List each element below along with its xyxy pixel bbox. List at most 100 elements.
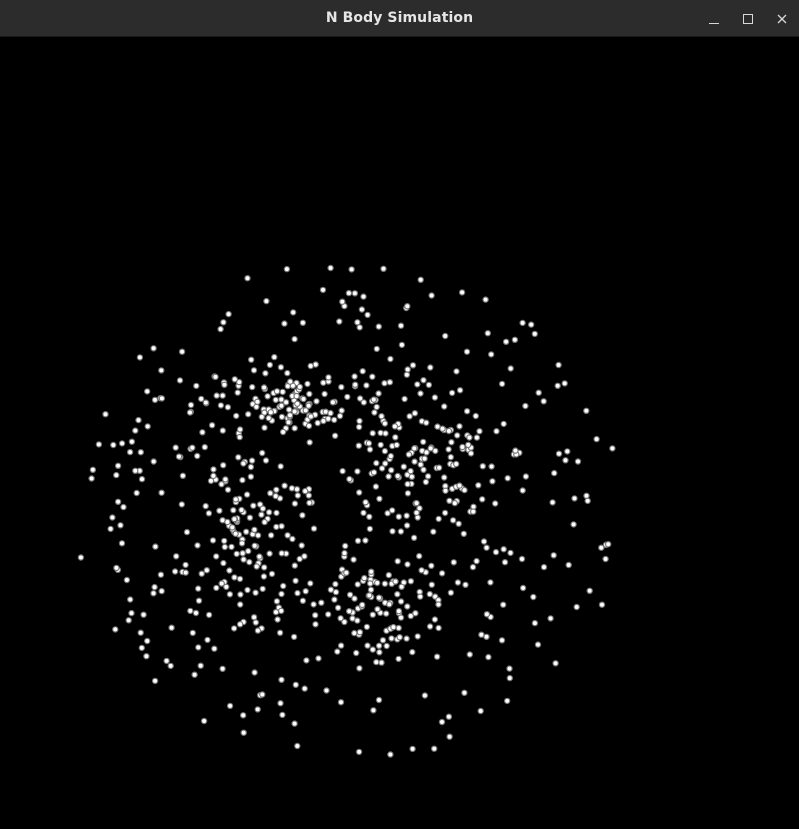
body-particle: [254, 706, 261, 713]
body-particle: [236, 433, 243, 441]
body-particle: [279, 711, 286, 719]
body-particle: [278, 590, 285, 598]
simulation-canvas[interactable]: [0, 37, 799, 829]
body-particle: [267, 532, 275, 539]
body-particle: [143, 388, 151, 395]
body-particle: [293, 392, 300, 400]
body-particle: [197, 662, 204, 669]
body-particle: [555, 450, 563, 457]
body-particle: [455, 520, 462, 527]
body-particle: [187, 607, 194, 615]
body-particle: [256, 553, 263, 560]
body-particle: [253, 403, 260, 411]
body-particle: [197, 395, 205, 403]
body-particle: [378, 413, 385, 420]
body-particle: [224, 518, 231, 526]
close-button[interactable]: [765, 0, 799, 37]
body-particle: [362, 537, 369, 544]
body-particle: [321, 390, 328, 398]
minimize-button[interactable]: [697, 0, 731, 37]
body-particle: [291, 562, 298, 569]
body-particle: [409, 362, 417, 369]
body-particle: [299, 319, 307, 326]
body-particle: [327, 264, 334, 272]
simulation-svg: [77, 264, 616, 758]
body-particle: [427, 445, 434, 452]
body-particle: [350, 556, 357, 563]
body-particle: [254, 627, 262, 634]
body-particle: [202, 502, 209, 510]
body-particle: [381, 580, 389, 587]
body-particle: [420, 466, 427, 473]
body-particle: [392, 434, 399, 441]
body-particle: [332, 580, 339, 588]
body-particle: [447, 453, 454, 461]
body-particle: [136, 354, 144, 361]
body-particle: [472, 412, 479, 420]
body-particle: [363, 623, 371, 631]
body-particle: [441, 403, 448, 410]
body-particle: [150, 345, 157, 352]
body-particle: [373, 459, 380, 467]
body-particle: [479, 496, 486, 503]
body-particle: [273, 388, 281, 395]
body-particle: [358, 306, 366, 313]
body-particle: [273, 598, 281, 605]
body-particle: [250, 614, 258, 621]
body-particle: [212, 553, 220, 560]
body-particle: [246, 558, 253, 566]
body-particle: [483, 544, 490, 551]
body-particle: [394, 472, 401, 480]
body-particle: [489, 478, 496, 485]
body-particle: [374, 579, 381, 587]
body-particle: [498, 380, 506, 388]
body-particle: [236, 575, 244, 583]
body-particle: [224, 404, 232, 411]
body-particle: [305, 422, 313, 430]
body-particle: [605, 541, 612, 548]
body-particle: [368, 568, 375, 575]
body-particle: [291, 500, 299, 507]
body-particle: [132, 427, 139, 434]
window-title: N Body Simulation: [325, 10, 474, 26]
body-particle: [375, 390, 382, 397]
body-particle: [267, 409, 274, 416]
body-particle: [320, 379, 327, 386]
body-particle: [417, 276, 424, 283]
body-particle: [259, 585, 266, 593]
body-particle: [192, 609, 200, 617]
body-particle: [128, 438, 136, 445]
body-particle: [493, 428, 500, 435]
body-particle: [250, 502, 257, 509]
maximize-button[interactable]: [731, 0, 765, 37]
body-particle: [251, 542, 258, 549]
body-particle: [193, 452, 201, 460]
body-particle: [354, 537, 362, 544]
body-particle: [369, 611, 376, 618]
body-particle: [268, 570, 276, 578]
body-particle: [298, 542, 305, 549]
body-particle: [413, 499, 420, 507]
body-particle: [461, 486, 468, 494]
body-particle: [364, 642, 371, 649]
body-particle: [583, 492, 590, 499]
body-particle: [254, 532, 262, 539]
body-particle: [430, 528, 437, 535]
body-particle: [445, 446, 452, 453]
body-particle: [233, 550, 240, 558]
app-window: N Body Simulation: [0, 0, 799, 829]
body-particle: [251, 669, 258, 676]
body-particle: [278, 550, 285, 557]
body-particle: [304, 380, 311, 388]
body-particle: [299, 512, 306, 519]
body-particle: [263, 297, 270, 305]
body-particle: [291, 720, 298, 727]
body-particle: [300, 395, 307, 403]
body-particle: [363, 382, 370, 389]
body-particle: [296, 383, 303, 391]
title-bar[interactable]: N Body Simulation: [0, 0, 799, 37]
body-particle: [294, 400, 301, 407]
body-particle: [535, 389, 542, 396]
body-particle: [593, 435, 600, 443]
body-particle: [551, 469, 558, 477]
